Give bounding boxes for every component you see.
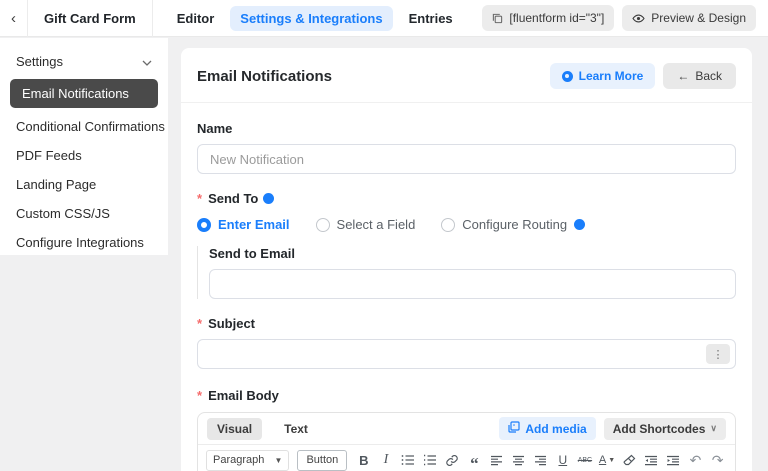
add-media-button[interactable]: Add media (499, 417, 595, 440)
learn-more-label: Learn More (579, 69, 644, 83)
link-icon[interactable] (443, 449, 462, 471)
radio-select-a-field[interactable]: Select a Field (316, 217, 416, 232)
tab-settings-integrations[interactable]: Settings & Integrations (230, 6, 392, 31)
radio-dot (316, 218, 330, 232)
add-shortcodes-label: Add Shortcodes (613, 422, 706, 436)
subject-label: * Subject (197, 316, 736, 331)
radio-dot (441, 218, 455, 232)
info-icon[interactable] (263, 193, 274, 204)
caret-down-icon: ▼ (275, 456, 283, 465)
tab-entries[interactable]: Entries (399, 6, 463, 31)
email-body-label: * Email Body (197, 388, 736, 403)
top-bar: ‹ Gift Card Form Editor Settings & Integ… (0, 0, 768, 37)
sidebar-item-landing-page[interactable]: Landing Page (0, 170, 168, 199)
preview-design-label: Preview & Design (651, 11, 746, 25)
sidebar-item-custom-css-js[interactable]: Custom CSS/JS (0, 199, 168, 228)
send-to-email-input[interactable] (209, 269, 736, 299)
strikethrough-icon[interactable]: ABC (575, 449, 594, 471)
send-to-options: Enter Email Select a Field Configure Rou… (197, 217, 736, 232)
page-title: Email Notifications (197, 68, 332, 85)
align-center-icon[interactable] (509, 449, 528, 471)
form-title: Gift Card Form (28, 0, 153, 37)
required-asterisk: * (197, 316, 202, 331)
insert-button-button[interactable]: Button (297, 450, 347, 471)
clear-formatting-icon[interactable] (620, 449, 639, 471)
back-label: Back (695, 69, 722, 83)
underline-icon[interactable]: U (553, 449, 572, 471)
add-media-label: Add media (525, 422, 586, 436)
outdent-icon[interactable] (642, 449, 661, 471)
email-notifications-panel: Email Notifications Learn More ← Back Na… (181, 48, 752, 471)
copy-icon (492, 13, 503, 24)
shortcode-copy-button[interactable]: [fluentform id="3"] (482, 5, 614, 31)
redo-icon[interactable]: ↷ (708, 449, 727, 471)
send-to-label: * Send To (197, 191, 736, 206)
editor-toolbar: Paragraph ▼ Button B I (198, 445, 735, 471)
eye-icon (632, 13, 645, 24)
arrow-left-icon: ← (677, 69, 689, 83)
info-icon[interactable] (574, 219, 585, 230)
sidebar-item-conditional-confirmations[interactable]: Conditional Confirmations (0, 112, 168, 141)
back-chevron-button[interactable]: ‹ (0, 0, 28, 37)
bold-icon[interactable]: B (354, 449, 373, 471)
sidebar-settings-header[interactable]: Settings (0, 48, 168, 77)
sidebar-item-email-notifications[interactable]: Email Notifications (10, 79, 158, 108)
paragraph-select[interactable]: Paragraph ▼ (206, 450, 289, 471)
bullet-list-icon[interactable] (398, 449, 417, 471)
italic-icon[interactable]: I (376, 449, 395, 471)
sidebar-item-configure-integrations[interactable]: Configure Integrations (0, 228, 168, 257)
preview-design-button[interactable]: Preview & Design (622, 5, 756, 31)
media-icon (508, 421, 520, 436)
radio-configure-routing[interactable]: Configure Routing (441, 217, 585, 232)
sidebar-settings-label: Settings (16, 54, 63, 69)
radio-enter-email[interactable]: Enter Email (197, 217, 290, 232)
numbered-list-icon[interactable] (421, 449, 440, 471)
info-circle-icon (562, 71, 573, 82)
subject-input[interactable] (197, 339, 736, 369)
name-field-label: Name (197, 121, 736, 136)
required-asterisk: * (197, 191, 202, 206)
back-button[interactable]: ← Back (663, 63, 736, 89)
required-asterisk: * (197, 388, 202, 403)
learn-more-button[interactable]: Learn More (550, 63, 656, 89)
send-to-email-label: Send to Email (209, 246, 736, 261)
tab-editor[interactable]: Editor (167, 6, 225, 31)
radio-dot (197, 218, 211, 232)
email-body-editor: Visual Text Add media Add Sho (197, 412, 736, 471)
add-shortcodes-dropdown[interactable]: Add Shortcodes ∨ (604, 418, 726, 440)
send-to-email-block: Send to Email (197, 246, 736, 299)
name-input[interactable] (197, 144, 736, 174)
align-left-icon[interactable] (487, 449, 506, 471)
settings-sidebar: Settings Email Notifications Conditional… (0, 38, 168, 255)
blockquote-icon[interactable]: “ (465, 449, 484, 471)
editor-tab-visual[interactable]: Visual (207, 418, 262, 440)
text-color-icon[interactable]: A▼ (597, 449, 616, 471)
align-right-icon[interactable] (531, 449, 550, 471)
shortcode-label: [fluentform id="3"] (509, 11, 604, 25)
indent-icon[interactable] (664, 449, 683, 471)
undo-icon[interactable]: ↶ (686, 449, 705, 471)
vertical-ellipsis-icon[interactable]: ⋮ (706, 344, 730, 364)
top-tabs: Editor Settings & Integrations Entries (167, 6, 463, 31)
editor-tab-text[interactable]: Text (274, 418, 318, 440)
sidebar-item-pdf-feeds[interactable]: PDF Feeds (0, 141, 168, 170)
chevron-down-icon: ∨ (710, 423, 717, 434)
chevron-down-icon (142, 54, 152, 69)
